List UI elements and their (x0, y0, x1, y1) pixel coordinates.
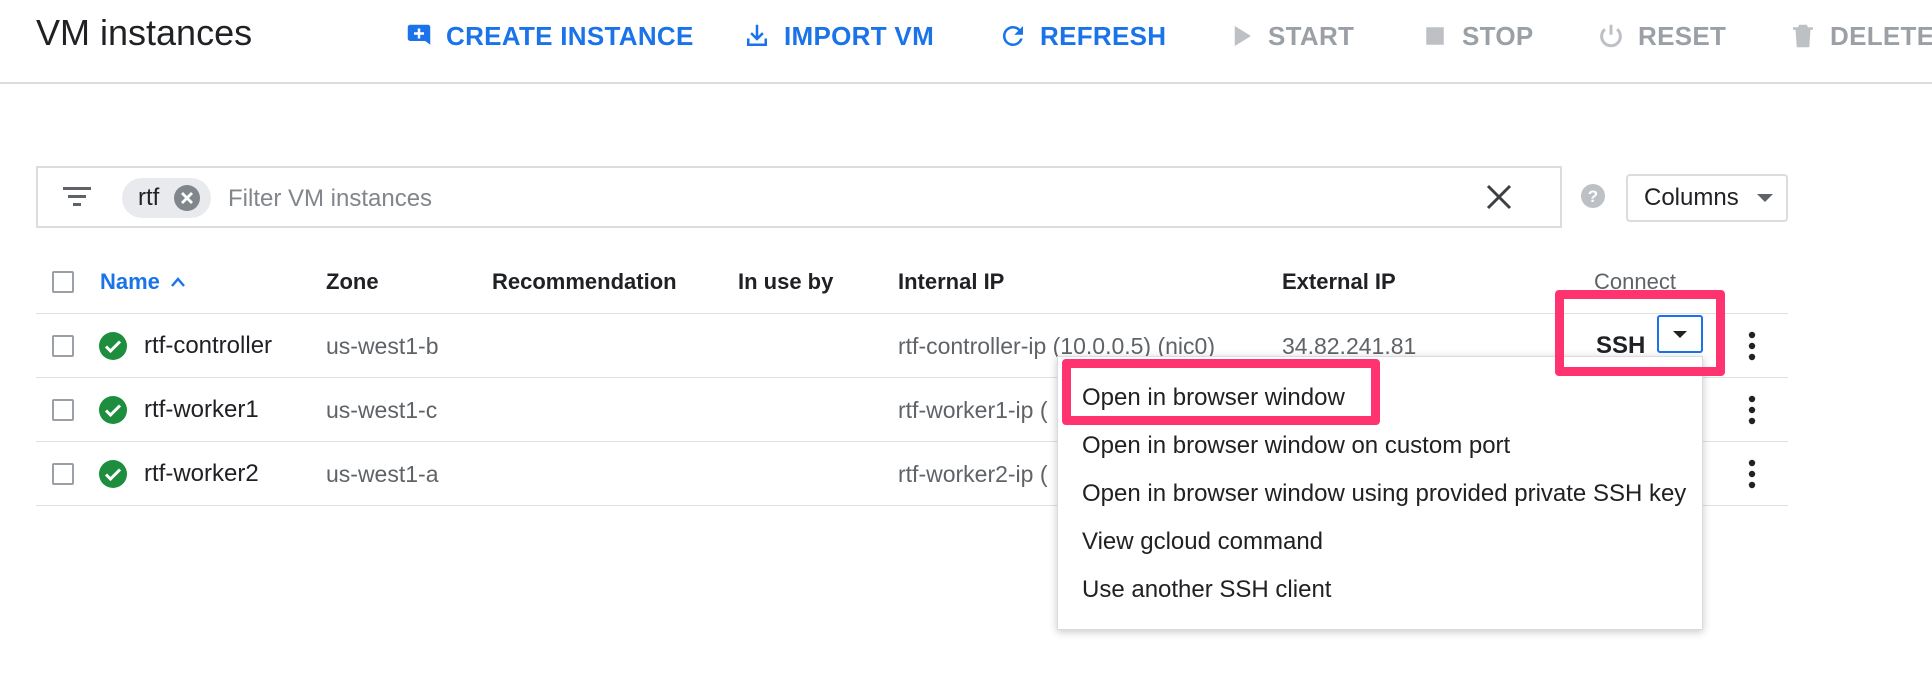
import-vm-button[interactable]: IMPORT VM (742, 14, 934, 58)
instance-internal-ip: rtf-worker2-ip ( (898, 460, 1048, 487)
filter-list-icon[interactable] (62, 184, 92, 210)
power-icon (1596, 21, 1626, 51)
more-vert-icon[interactable] (1746, 458, 1758, 490)
row-checkbox[interactable] (52, 399, 74, 421)
start-label: START (1268, 20, 1355, 51)
status-running-icon (98, 331, 128, 361)
status-running-icon (98, 459, 128, 489)
menu-item-other-ssh-client[interactable]: Use another SSH client (1082, 570, 1331, 610)
instance-internal-ip: rtf-worker1-ip ( (898, 396, 1048, 423)
page-title: VM instances (36, 12, 253, 53)
menu-item-open-private-key[interactable]: Open in browser window using provided pr… (1082, 474, 1686, 514)
column-header-zone[interactable]: Zone (326, 250, 379, 314)
refresh-label: REFRESH (1040, 20, 1167, 51)
delete-button[interactable]: DELETE (1788, 14, 1932, 58)
column-header-name-label: Name (100, 269, 160, 294)
filter-chip[interactable]: rtf (122, 178, 212, 218)
reset-button[interactable]: RESET (1596, 14, 1726, 58)
more-vert-icon[interactable] (1746, 394, 1758, 426)
instance-zone: us-west1-b (326, 332, 439, 359)
filter-chip-label: rtf (138, 184, 160, 211)
column-header-recommendation[interactable]: Recommendation (492, 250, 677, 314)
stop-label: STOP (1462, 20, 1534, 51)
column-header-internal-ip[interactable]: Internal IP (898, 250, 1004, 314)
refresh-button[interactable]: REFRESH (998, 14, 1166, 58)
instance-name[interactable]: rtf-worker1 (144, 396, 259, 424)
columns-label: Columns (1644, 184, 1739, 211)
columns-button[interactable]: Columns (1626, 174, 1788, 222)
import-vm-label: IMPORT VM (784, 20, 935, 51)
refresh-icon (998, 21, 1028, 51)
sort-ascending-icon (170, 276, 186, 288)
instance-name[interactable]: rtf-controller (144, 332, 272, 360)
create-instance-button[interactable]: CREATE INSTANCE (404, 14, 694, 58)
column-header-name[interactable]: Name (100, 250, 186, 314)
remove-chip-icon[interactable] (173, 184, 201, 212)
status-running-icon (98, 395, 128, 425)
clear-filter-icon[interactable] (1484, 182, 1514, 212)
filter-bar: rtf (36, 166, 1562, 228)
filter-input[interactable] (226, 178, 1230, 220)
page-header: VM instances CREATE INSTANCE IMPORT VM R… (0, 0, 1932, 84)
instance-name[interactable]: rtf-worker2 (144, 460, 259, 488)
delete-label: DELETE (1830, 20, 1932, 51)
stop-icon (1420, 21, 1450, 51)
download-icon (742, 21, 772, 51)
instance-zone: us-west1-c (326, 396, 438, 423)
instance-zone: us-west1-a (326, 460, 439, 487)
ssh-highlight-box (1555, 290, 1725, 376)
row-checkbox[interactable] (52, 335, 74, 357)
create-instance-label: CREATE INSTANCE (446, 20, 694, 51)
table-header-row: Name Zone Recommendation In use by Inter… (36, 250, 1788, 314)
menu-item-view-gcloud[interactable]: View gcloud command (1082, 522, 1323, 562)
more-vert-icon[interactable] (1746, 330, 1758, 362)
add-box-icon (404, 21, 434, 51)
start-button[interactable]: START (1226, 14, 1354, 58)
stop-button[interactable]: STOP (1420, 14, 1534, 58)
select-all-checkbox[interactable] (52, 271, 74, 293)
row-checkbox[interactable] (52, 463, 74, 485)
column-header-external-ip[interactable]: External IP (1282, 250, 1396, 314)
play-icon (1226, 21, 1256, 51)
trash-icon (1788, 21, 1818, 51)
help-icon[interactable]: ? (1580, 183, 1606, 209)
chevron-down-icon (1756, 194, 1773, 202)
menu-item-open-custom-port[interactable]: Open in browser window on custom port (1082, 426, 1510, 466)
svg-text:?: ? (1588, 187, 1598, 206)
column-header-in-use-by[interactable]: In use by (738, 250, 833, 314)
menu-highlight-box (1062, 359, 1380, 425)
reset-label: RESET (1638, 20, 1727, 51)
